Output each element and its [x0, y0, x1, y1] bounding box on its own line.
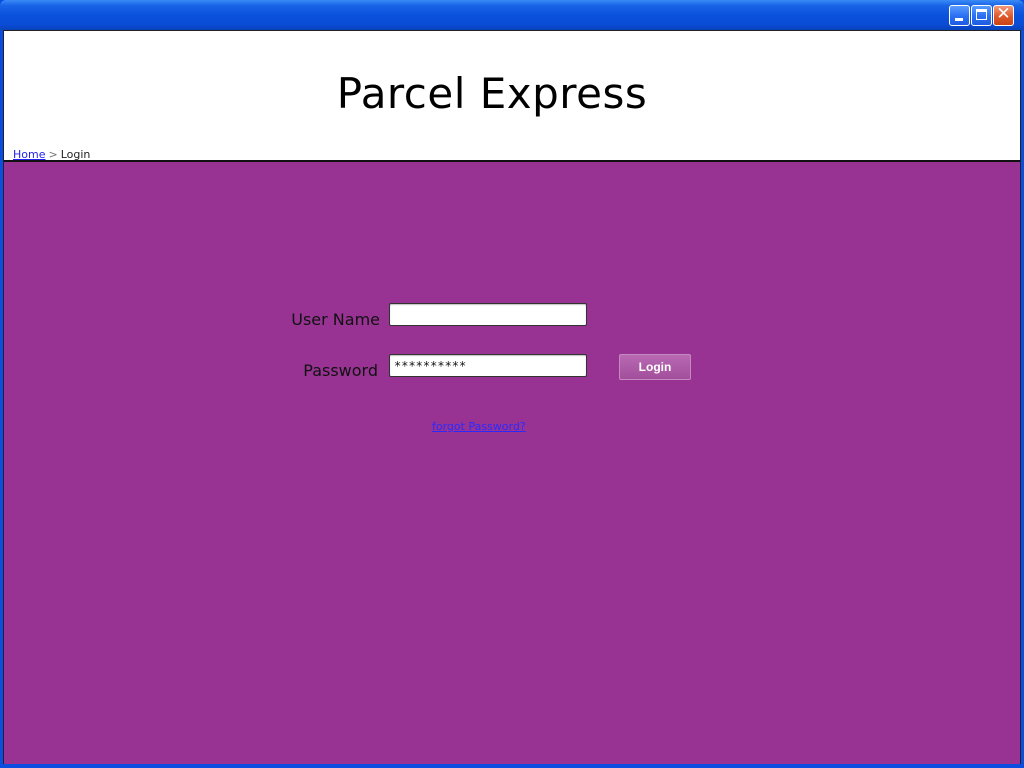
maximize-icon — [976, 9, 987, 20]
window-content: Parcel Express Home > Login User Name Pass… — [3, 30, 1021, 765]
close-icon: ✕ — [996, 4, 1011, 24]
password-input[interactable] — [389, 354, 587, 377]
application-window: ✕ Parcel Express Home > Login User Name Pa… — [0, 0, 1024, 768]
maximize-button[interactable] — [971, 5, 992, 26]
login-button[interactable]: Login — [619, 354, 691, 380]
title-bar[interactable]: ✕ — [0, 0, 1024, 30]
password-label: Password — [303, 361, 378, 380]
minimize-icon — [955, 18, 963, 21]
login-panel: User Name Password Login forgot Password… — [3, 160, 1021, 765]
page-header: Parcel Express Home > Login — [3, 30, 1021, 161]
forgot-password-link[interactable]: forgot Password? — [432, 420, 526, 433]
username-label: User Name — [291, 310, 380, 329]
page-title: Parcel Express — [336, 69, 648, 118]
window-bottom-border — [0, 764, 1024, 768]
close-button[interactable]: ✕ — [993, 5, 1014, 26]
username-input[interactable] — [389, 303, 587, 326]
minimize-button[interactable] — [949, 5, 970, 26]
